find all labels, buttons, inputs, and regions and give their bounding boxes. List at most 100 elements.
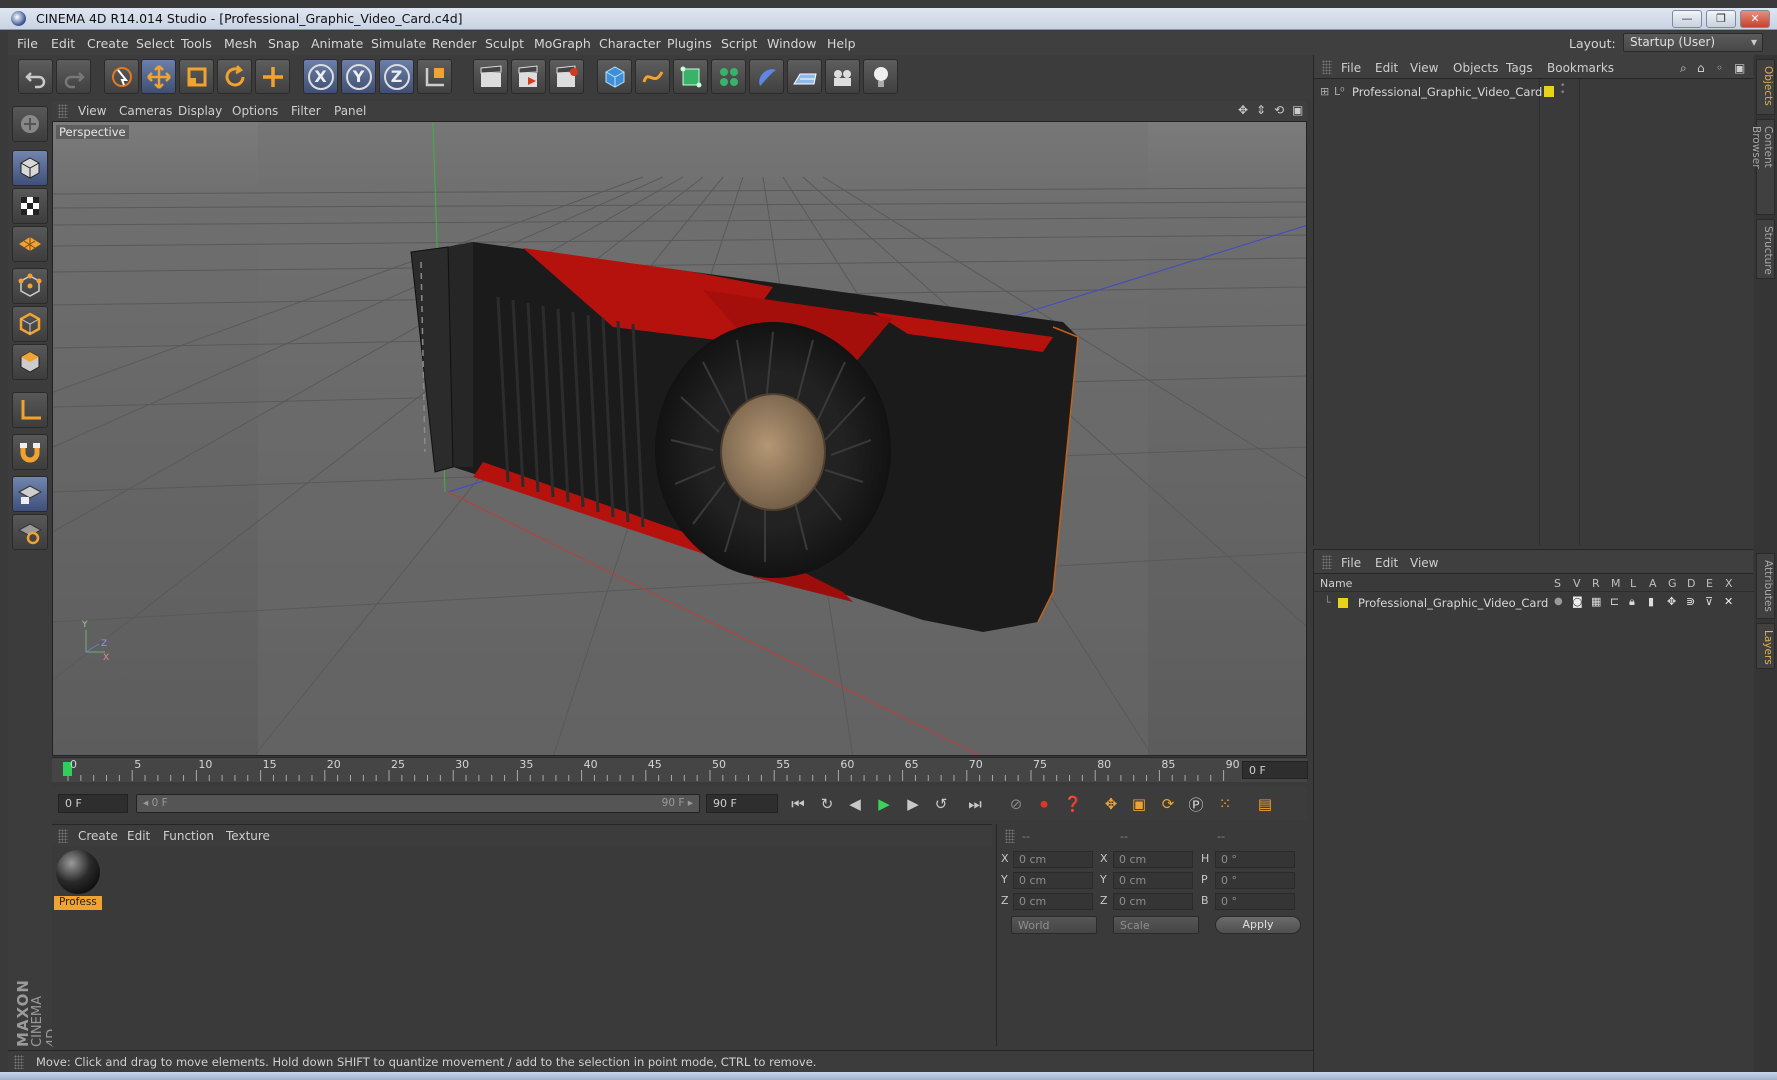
rot-p-field[interactable]: 0 ° (1215, 872, 1295, 889)
object-row[interactable]: ⊞ L⁰ Professional_Graphic_Video_Card • • (1314, 82, 1754, 101)
workplane-lock-icon[interactable] (12, 476, 48, 512)
points-mode-icon[interactable] (12, 268, 48, 304)
panel-grip-icon[interactable] (1322, 60, 1332, 74)
viewport-maximize-icon[interactable]: ▣ (1292, 103, 1303, 117)
snap-magnet-icon[interactable] (12, 434, 48, 470)
material-swatch[interactable]: Profess (54, 848, 102, 912)
viewport-menu-cameras[interactable]: Cameras (119, 104, 172, 118)
close-button[interactable]: ✕ (1740, 10, 1770, 28)
menu-character[interactable]: Character (599, 36, 661, 51)
size-z-field[interactable]: 0 cm (1113, 893, 1193, 910)
layer-row[interactable]: └ Professional_Graphic_Video_Card ● ◙ ▦ … (1314, 594, 1754, 612)
layer-xref-icon[interactable]: ✕ (1724, 595, 1733, 608)
panel-grip-icon[interactable] (1322, 555, 1332, 569)
rot-b-field[interactable]: 0 ° (1215, 893, 1295, 910)
undo-icon[interactable] (18, 59, 53, 94)
layer-column-a[interactable]: A (1649, 577, 1657, 590)
menu-mograph[interactable]: MoGraph (534, 36, 591, 51)
layer-deformers-icon[interactable]: ⋑ (1686, 595, 1695, 608)
layer-visible-icon[interactable]: ◙ (1572, 595, 1583, 608)
material-menu-function[interactable]: Function (163, 829, 214, 843)
viewport-menu-options[interactable]: Options (232, 104, 278, 118)
layers-menu-edit[interactable]: Edit (1375, 556, 1398, 570)
layer-column-r[interactable]: R (1592, 577, 1600, 590)
subdivision-surface-icon[interactable] (673, 59, 708, 94)
coordinate-mode-dropdown[interactable]: World (1011, 916, 1097, 934)
menu-snap[interactable]: Snap (268, 36, 299, 51)
size-y-field[interactable]: 0 cm (1113, 872, 1193, 889)
layer-column-x[interactable]: X (1725, 577, 1733, 590)
layer-solo-icon[interactable]: ● (1554, 596, 1563, 607)
menu-animate[interactable]: Animate (311, 36, 363, 51)
menu-script[interactable]: Script (721, 36, 757, 51)
spline-pen-icon[interactable] (635, 59, 670, 94)
menu-plugins[interactable]: Plugins (667, 36, 712, 51)
object-name[interactable]: Professional_Graphic_Video_Card (1352, 85, 1542, 99)
light-icon[interactable] (863, 59, 898, 94)
search-icon[interactable]: ⌕ (1680, 61, 1687, 76)
material-menu-create[interactable]: Create (78, 829, 118, 843)
menu-select[interactable]: Select (136, 36, 175, 51)
polygons-mode-icon[interactable] (12, 344, 48, 380)
pos-y-field[interactable]: 0 cm (1013, 872, 1093, 889)
play-icon[interactable]: ▶ (871, 792, 897, 816)
perspective-viewport[interactable]: Y Z X Perspective (52, 121, 1307, 756)
layer-manager-icon[interactable]: ⊏ (1610, 595, 1619, 608)
live-selection-icon[interactable] (104, 59, 139, 94)
menu-tools[interactable]: Tools (181, 36, 212, 51)
next-frame-icon[interactable]: ▶ (900, 792, 926, 816)
layer-column-e[interactable]: E (1706, 577, 1713, 590)
objects-menu-view[interactable]: View (1410, 61, 1438, 75)
layer-lock-icon[interactable]: 🔒︎ (1629, 595, 1635, 609)
menu-edit[interactable]: Edit (51, 36, 75, 51)
layer-expressions-icon[interactable]: ⊽ (1705, 595, 1713, 608)
keyframe-selection-icon[interactable]: ❓ (1060, 792, 1086, 816)
layers-menu-file[interactable]: File (1341, 556, 1361, 570)
menu-render[interactable]: Render (432, 36, 477, 51)
deformer-icon[interactable] (749, 59, 784, 94)
go-to-start-icon[interactable]: ⏮ (785, 792, 811, 816)
layer-color-swatch[interactable] (1338, 598, 1348, 608)
layer-name[interactable]: Professional_Graphic_Video_Card (1358, 596, 1548, 610)
visibility-dots-icon[interactable]: • • (1560, 82, 1565, 98)
axis-z-lock-button[interactable]: Z (379, 59, 414, 94)
menu-mesh[interactable]: Mesh (224, 36, 257, 51)
objects-menu-objects[interactable]: Objects (1453, 61, 1498, 75)
menu-simulate[interactable]: Simulate (371, 36, 426, 51)
key-rotation-icon[interactable]: ⟳ (1155, 792, 1181, 816)
size-mode-dropdown[interactable]: Scale (1113, 916, 1199, 934)
preview-range-slider[interactable]: ◂ 0 F 90 F ▸ (136, 794, 700, 813)
auto-keying-icon[interactable]: ⏺ (1031, 792, 1057, 816)
pos-x-field[interactable]: 0 cm (1013, 851, 1093, 868)
render-settings-icon[interactable] (549, 59, 584, 94)
timeline-window-icon[interactable]: ▤ (1252, 792, 1278, 816)
back-icon[interactable]: ◦ (1716, 61, 1723, 75)
coordinate-system-icon[interactable] (417, 59, 452, 94)
tab-content-browser[interactable]: Content Browser (1750, 119, 1775, 215)
panel-grip-icon[interactable] (1005, 829, 1015, 843)
menu-file[interactable]: File (17, 36, 38, 51)
menu-sculpt[interactable]: Sculpt (485, 36, 524, 51)
redo-icon[interactable] (56, 59, 91, 94)
new-window-icon[interactable]: ▣ (1734, 61, 1745, 75)
texture-mode-icon[interactable] (12, 188, 48, 224)
axis-x-lock-button[interactable]: X (303, 59, 338, 94)
size-x-field[interactable]: 0 cm (1113, 851, 1193, 868)
axis-mode-icon[interactable] (12, 392, 48, 428)
minimize-button[interactable]: — (1672, 10, 1702, 28)
preview-start-field[interactable]: 0 F (58, 794, 128, 813)
apply-button[interactable]: Apply (1215, 916, 1301, 934)
preview-end-field[interactable]: 90 F (706, 794, 778, 813)
objects-menu-tags[interactable]: Tags (1506, 61, 1533, 75)
menu-help[interactable]: Help (827, 36, 856, 51)
timeline-ruler[interactable]: 0 5 10 15 20 25 30 35 40 45 50 55 60 65 70 75 80 85 90 0 F (52, 757, 1308, 782)
go-to-end-icon[interactable]: ⏭ (962, 792, 988, 816)
render-to-picture-viewer-icon[interactable] (511, 59, 546, 94)
make-editable-icon[interactable] (12, 106, 48, 142)
next-key-icon[interactable]: ↺ (928, 792, 954, 816)
viewport-menu-panel[interactable]: Panel (334, 104, 366, 118)
layer-column-m[interactable]: M (1611, 577, 1621, 590)
viewport-menu-display[interactable]: Display (178, 104, 222, 118)
menu-create[interactable]: Create (87, 36, 129, 51)
material-menu-edit[interactable]: Edit (127, 829, 150, 843)
